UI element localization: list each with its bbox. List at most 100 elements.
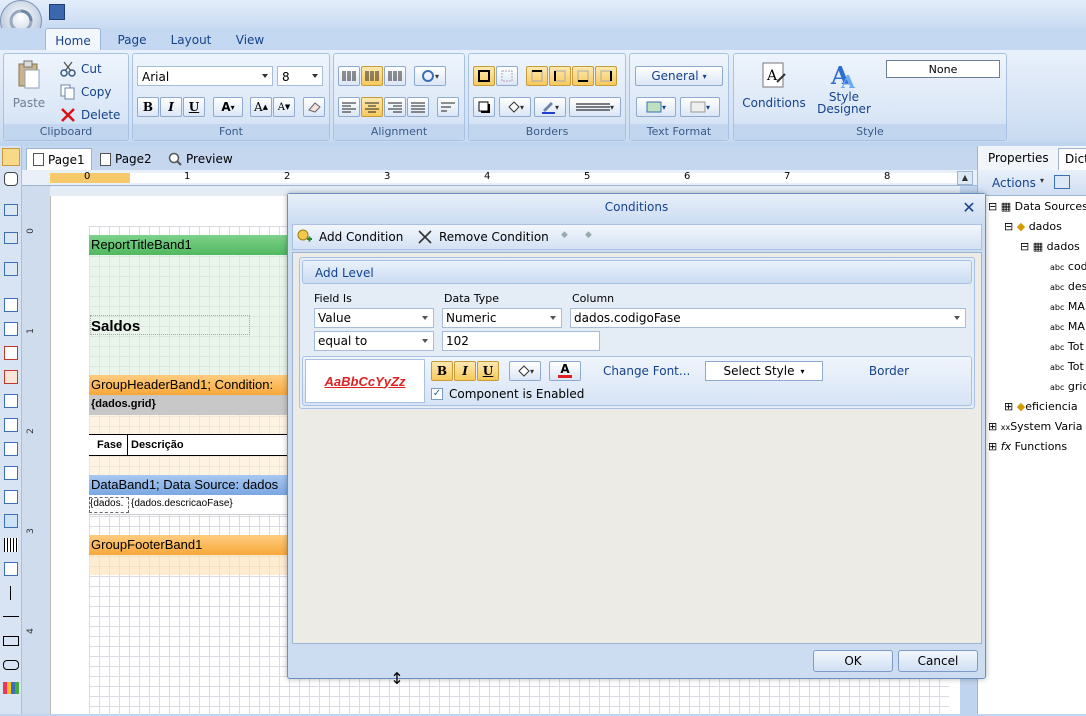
ok-button[interactable]: OK	[813, 650, 893, 672]
sub-report-tool-icon[interactable]	[4, 262, 18, 276]
table-tool-icon[interactable]	[4, 442, 18, 456]
tab-properties[interactable]: Properties	[988, 151, 1049, 165]
tree-col-tot2[interactable]: abc Tot	[1050, 360, 1084, 373]
pan-tool-icon[interactable]	[4, 172, 18, 186]
grid-field[interactable]: {dados.grid}	[89, 395, 289, 415]
font-size-select[interactable]: 8	[277, 66, 323, 86]
data-band[interactable]: DataBand1; Data Source: dados	[89, 475, 289, 495]
text-format-select[interactable]: General ▾	[635, 66, 723, 86]
cancel-button[interactable]: Cancel	[898, 650, 978, 672]
add-condition-button[interactable]: Add Condition	[297, 228, 403, 246]
picture-tool-icon[interactable]	[4, 514, 18, 528]
cut-button[interactable]: Cut	[60, 60, 102, 78]
fill-color-button[interactable]: ▾	[499, 97, 531, 117]
condition-fill-button[interactable]: ▾	[509, 361, 541, 381]
border-color-button[interactable]: ▾	[534, 97, 566, 117]
format-options-button[interactable]: ▾	[636, 97, 676, 117]
condition-underline-button[interactable]: U	[477, 361, 499, 381]
copy-button[interactable]: Copy	[60, 83, 111, 101]
header-descricao[interactable]: Descrição	[131, 439, 184, 451]
text-tool-icon[interactable]	[4, 346, 18, 360]
conditions-button[interactable]: A Conditions	[740, 60, 808, 120]
checkbox-tool-icon[interactable]	[4, 466, 18, 480]
style-none-select[interactable]: None	[886, 60, 1000, 78]
tree-dados-table[interactable]: ⊟ ▦ dados	[1020, 240, 1080, 253]
tab-page2[interactable]: Page2	[94, 148, 156, 170]
tree-col-mai2[interactable]: abc MAI	[1050, 320, 1086, 333]
group-header-band[interactable]: GroupHeaderBand1; Condition: {da	[89, 375, 289, 395]
tree-system-variables[interactable]: ⊞ xxSystem Varia	[988, 420, 1082, 433]
rich-text-tool-icon[interactable]	[4, 370, 18, 384]
align-right-button[interactable]	[384, 97, 406, 117]
bar-chart-tool-icon[interactable]	[3, 682, 19, 694]
band-tool-icon[interactable]	[4, 204, 18, 216]
horizontal-line-tool-icon[interactable]	[3, 616, 19, 617]
tab-page[interactable]: Page	[108, 28, 156, 52]
tree-col-grid[interactable]: abc grid	[1050, 380, 1086, 393]
grow-font-button[interactable]: A ▲	[250, 97, 272, 117]
font-family-select[interactable]: Arial	[137, 66, 273, 86]
delete-button[interactable]: Delete	[60, 106, 120, 124]
border-style-select[interactable]: ▾	[569, 97, 621, 117]
tab-home[interactable]: Home	[45, 28, 101, 52]
align-left-button[interactable]	[338, 97, 360, 117]
actions-menu[interactable]: Actions	[992, 176, 1036, 190]
bold-button[interactable]: B	[137, 97, 159, 117]
tree-functions[interactable]: ⊞ fx Functions	[988, 440, 1067, 453]
word-wrap-button[interactable]	[437, 97, 459, 117]
select-tool-icon[interactable]	[2, 148, 20, 166]
justify-button[interactable]	[407, 97, 429, 117]
clear-format-button[interactable]	[303, 97, 325, 117]
tab-layout[interactable]: Layout	[163, 28, 219, 52]
label-tool-icon[interactable]	[4, 490, 18, 504]
condition-text-color-button[interactable]: A	[549, 361, 581, 381]
border-all-button[interactable]	[473, 66, 495, 86]
rectangle-tool-icon[interactable]	[3, 636, 19, 646]
tree-col-des[interactable]: abc des	[1050, 280, 1086, 293]
chart-tool-icon[interactable]	[4, 418, 18, 432]
border-top-button[interactable]	[526, 66, 548, 86]
align-middle-button[interactable]	[361, 66, 383, 86]
tree-col-mai1[interactable]: abc MAI	[1050, 300, 1086, 313]
border-none-button[interactable]	[496, 66, 518, 86]
add-level-header[interactable]: Add Level	[302, 260, 972, 284]
align-center-button[interactable]	[361, 97, 383, 117]
condition-italic-button[interactable]: I	[454, 361, 476, 381]
underline-button[interactable]: U	[183, 97, 205, 117]
component-enabled-checkbox[interactable]: ✓ Component is Enabled	[431, 387, 584, 401]
field-descricao[interactable]: {dados.descricaoFase}	[131, 498, 233, 509]
panel-tool-icon[interactable]	[4, 322, 18, 336]
data-type-select[interactable]: Numeric	[442, 308, 562, 328]
select-style-select[interactable]: Select Style ▾	[705, 361, 823, 381]
cross-band-tool-icon[interactable]	[4, 232, 18, 244]
rotate-button[interactable]: ▾	[414, 66, 446, 86]
field-codigo[interactable]: {dados.	[89, 497, 129, 513]
border-right-button[interactable]	[595, 66, 617, 86]
tab-view[interactable]: View	[228, 28, 272, 52]
scroll-up-button[interactable]: ▲	[957, 171, 973, 185]
tab-dictionary[interactable]: Dicti	[1058, 148, 1086, 170]
paste-button[interactable]: Paste	[8, 60, 50, 118]
group-footer-band[interactable]: GroupFooterBand1	[89, 535, 289, 555]
tree-col-tot1[interactable]: abc Tot	[1050, 340, 1084, 353]
move-up-icon[interactable]: ◆	[561, 230, 568, 240]
remove-condition-button[interactable]: Remove Condition	[417, 228, 549, 246]
new-item-icon[interactable]	[1054, 175, 1070, 189]
tab-preview[interactable]: Preview	[164, 148, 236, 170]
font-color-button[interactable]: A ▾	[213, 97, 243, 117]
header-fase[interactable]: Fase	[97, 439, 122, 451]
format-style-button[interactable]: ▾	[680, 97, 720, 117]
report-title-band[interactable]: ReportTitleBand1	[89, 235, 289, 255]
rounded-rect-tool-icon[interactable]	[3, 660, 19, 670]
border-left-button[interactable]	[549, 66, 571, 86]
shrink-font-button[interactable]: A ▼	[273, 97, 295, 117]
border-bottom-button[interactable]	[572, 66, 594, 86]
style-designer-button[interactable]: AA Style Designer	[814, 60, 874, 122]
tree-col-cod[interactable]: abc cod	[1050, 260, 1086, 273]
field-is-select[interactable]: Value	[314, 308, 434, 328]
tree-dados[interactable]: ⊟ ◆ dados	[1004, 220, 1062, 233]
change-font-button[interactable]: Change Font...	[603, 364, 690, 378]
value-input[interactable]: 102	[442, 331, 600, 351]
image-tool-icon[interactable]	[4, 394, 18, 408]
condition-bold-button[interactable]: B	[431, 361, 453, 381]
